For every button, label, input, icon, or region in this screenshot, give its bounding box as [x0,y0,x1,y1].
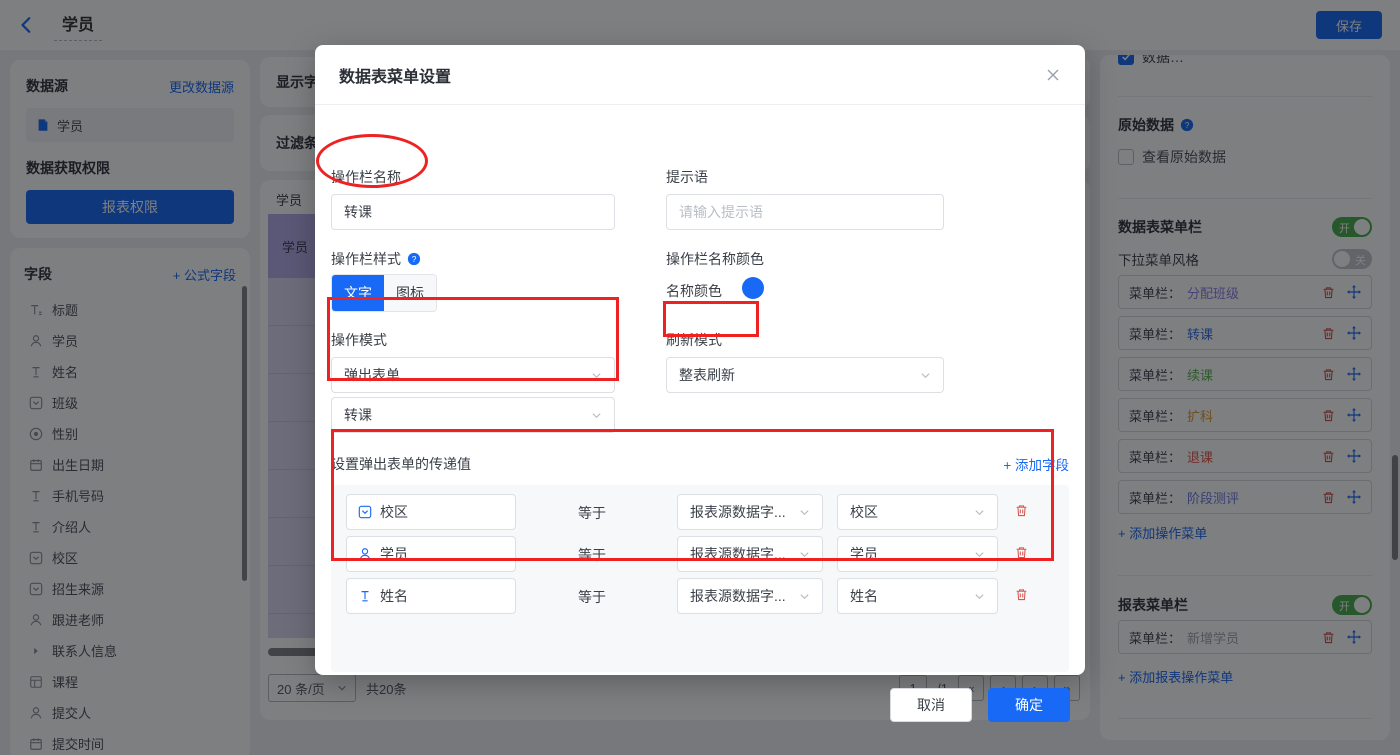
refresh-label: 刷新模式 [666,332,722,348]
chevron-down-icon [591,370,602,381]
style-label: 操作栏样式 ? [331,249,421,269]
confirm-button[interactable]: 确定 [988,688,1070,722]
question-icon[interactable]: ? [407,252,421,266]
equals-label: 等于 [578,547,606,563]
transfer-source-select[interactable]: 报表源数据字... [677,578,823,614]
equals-label: 等于 [578,589,606,605]
trash-icon[interactable] [1015,504,1028,517]
transfer-source-value: 报表源数据字... [690,546,786,562]
add-field-link[interactable]: + 添加字段 [1003,454,1069,474]
tip-input[interactable] [666,194,944,230]
tip-label: 提示语 [666,169,708,185]
transfer-target-select[interactable]: 姓名 [837,578,998,614]
transfer-row: 姓名 等于 报表源数据字... 姓名 [331,578,1069,614]
mode-form-select[interactable]: 转课 [331,397,615,433]
text-field-icon [357,589,372,603]
action-name-input[interactable] [331,194,615,230]
transfer-field-name: 校区 [380,504,408,520]
mode-label: 操作模式 [331,332,387,348]
transfer-field-box[interactable]: 校区 [346,494,516,530]
select-field-icon [357,505,372,519]
transfer-values-panel: 校区 等于 报表源数据字... 校区 学员 等于 报表源数据字... 学员 姓名 等于 报表源数据字… [331,485,1069,672]
transfer-label: 设置弹出表单的传递值 [331,456,471,472]
trash-icon[interactable] [1015,588,1028,601]
transfer-target-value: 校区 [850,504,878,520]
transfer-target-select[interactable]: 校区 [837,494,998,530]
style-option-icon[interactable]: 图标 [384,275,436,311]
transfer-source-value: 报表源数据字... [690,504,786,520]
chevron-down-icon [799,591,810,602]
transfer-field-box[interactable]: 学员 [346,536,516,572]
trash-icon[interactable] [1015,546,1028,559]
svg-text:?: ? [412,254,417,264]
close-icon[interactable] [1045,67,1061,83]
mode-select-value: 弹出表单 [344,367,400,383]
mode-select[interactable]: 弹出表单 [331,357,615,393]
chevron-down-icon [974,507,985,518]
cancel-button[interactable]: 取消 [890,688,972,722]
transfer-row: 学员 等于 报表源数据字... 学员 [331,536,1069,572]
chevron-down-icon [974,591,985,602]
transfer-source-value: 报表源数据字... [690,588,786,604]
transfer-field-name: 姓名 [380,588,408,604]
refresh-select[interactable]: 整表刷新 [666,357,944,393]
chevron-down-icon [974,549,985,560]
style-segmented-control: 文字 图标 [331,274,437,312]
chevron-down-icon [920,370,931,381]
chevron-down-icon [799,549,810,560]
transfer-target-select[interactable]: 学员 [837,536,998,572]
style-option-text[interactable]: 文字 [332,275,384,311]
name-color-swatch[interactable] [742,277,764,299]
modal-title: 数据表菜单设置 [339,68,452,86]
transfer-field-name: 学员 [380,546,408,562]
color-name-label: 名称颜色 [666,283,722,299]
refresh-select-value: 整表刷新 [679,367,735,383]
transfer-source-select[interactable]: 报表源数据字... [677,494,823,530]
transfer-field-box[interactable]: 姓名 [346,578,516,614]
action-name-label: 操作栏名称 [331,169,401,185]
color-label: 操作栏名称颜色 [666,251,764,267]
transfer-source-select[interactable]: 报表源数据字... [677,536,823,572]
mode-form-select-value: 转课 [344,407,372,423]
member-field-icon [357,547,372,561]
equals-label: 等于 [578,505,606,521]
transfer-target-value: 姓名 [850,588,878,604]
table-menu-settings-modal: 数据表菜单设置 操作栏名称 提示语 操作栏样式 ? 文字 图标 操作栏名称颜色 … [315,45,1085,722]
chevron-down-icon [799,507,810,518]
transfer-target-value: 学员 [850,546,878,562]
chevron-down-icon [591,410,602,421]
transfer-row: 校区 等于 报表源数据字... 校区 [331,494,1069,530]
